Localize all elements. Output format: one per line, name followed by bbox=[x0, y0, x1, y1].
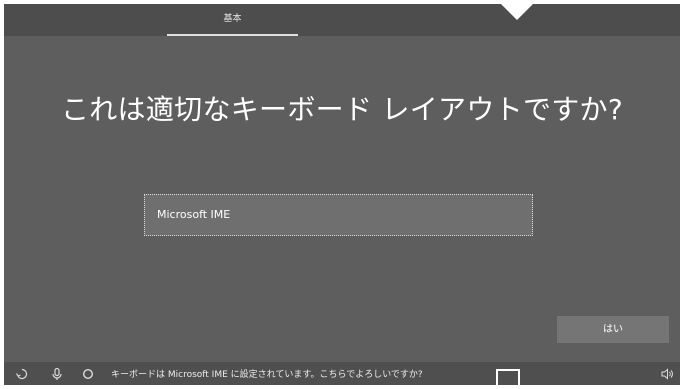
volume-icon[interactable] bbox=[660, 366, 674, 380]
tab-active-indicator bbox=[167, 34, 298, 36]
page-title: これは適切なキーボード レイアウトですか? bbox=[60, 93, 624, 126]
yes-button[interactable]: はい bbox=[557, 316, 669, 343]
keyboard-layout-option[interactable]: Microsoft IME bbox=[157, 208, 230, 221]
top-notch-decoration bbox=[501, 4, 533, 20]
oobe-window: 基本 これは適切なキーボード レイアウトですか? Microsoft IME は… bbox=[4, 4, 680, 385]
microphone-icon[interactable] bbox=[50, 366, 64, 380]
status-message: キーボードは Microsoft IME に設定されています。こちらでよろしいで… bbox=[111, 370, 423, 380]
keyboard-layout-list[interactable]: Microsoft IME bbox=[144, 194, 533, 236]
top-navigation-bar: 基本 bbox=[4, 4, 680, 36]
bottom-overlay-box bbox=[496, 369, 520, 389]
bottom-taskbar: キーボードは Microsoft IME に設定されています。こちらでよろしいで… bbox=[4, 362, 680, 385]
accessibility-icon[interactable] bbox=[15, 366, 29, 380]
cortana-icon[interactable] bbox=[81, 366, 95, 380]
tab-basics[interactable]: 基本 bbox=[167, 4, 298, 36]
